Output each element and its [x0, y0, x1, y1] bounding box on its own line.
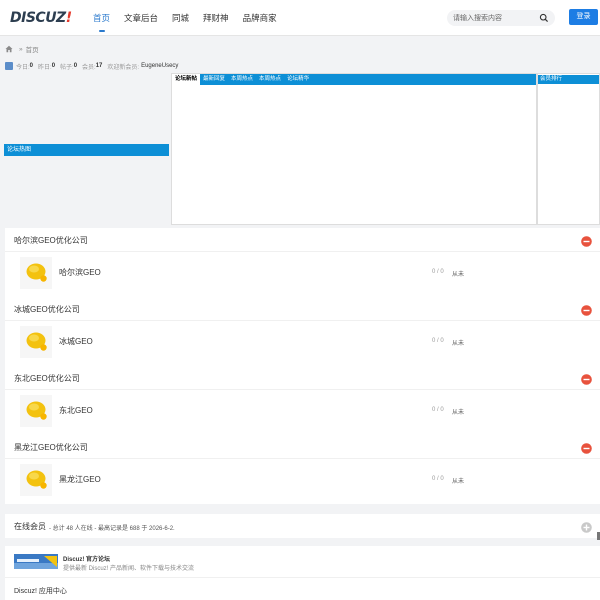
- main-nav: 首页 文章后台 同城 拜财神 品牌商家: [86, 0, 284, 36]
- stat-yesterday-label: 昨日:: [38, 64, 52, 71]
- stat-posts: 0: [73, 63, 78, 69]
- tab-latest-replies[interactable]: 最新回复: [200, 74, 228, 85]
- nav-item-article-admin[interactable]: 文章后台: [117, 0, 165, 36]
- forum-last-post: 从未: [452, 272, 465, 278]
- post-tabs: 论坛新帖 最新回复 本周热点 本周热点 论坛精华: [172, 74, 536, 85]
- tab-digest[interactable]: 论坛精华: [284, 74, 312, 85]
- newest-member-link[interactable]: EugeneUsecy: [141, 63, 178, 69]
- forum-counts: 0 / 0: [432, 338, 444, 344]
- forum-name[interactable]: 黑龙江GEO: [59, 474, 101, 485]
- forum-counts: 0 / 0: [432, 476, 444, 482]
- forum-icon[interactable]: [20, 395, 52, 427]
- forum-name[interactable]: 哈尔滨GEO: [59, 267, 101, 278]
- friend-links: Discuz! 官方论坛 提供最新 Discuz! 产品新闻、软件下载与技术交流…: [5, 546, 600, 600]
- forum-row: 哈尔滨GEO 0 / 0 从未: [5, 252, 600, 297]
- breadcrumb-separator: »: [19, 45, 23, 53]
- member-ranking-title: 会员排行: [538, 75, 599, 84]
- tab-weekly-hot[interactable]: 本周热点: [228, 74, 256, 85]
- nav-item-local[interactable]: 同城: [165, 0, 196, 36]
- forum-counts: 0 / 0: [432, 269, 444, 275]
- stat-yesterday: 0: [51, 63, 56, 69]
- category-header: 黑龙江GEO优化公司: [5, 435, 600, 459]
- collapse-icon[interactable]: [581, 305, 592, 316]
- home-icon[interactable]: [5, 45, 13, 53]
- category-block: 冰城GEO优化公司 冰城GEO 0 / 0 从未: [5, 297, 600, 366]
- category-block: 哈尔滨GEO优化公司 哈尔滨GEO 0 / 0 从未: [5, 228, 600, 297]
- category-block: 东北GEO优化公司 东北GEO 0 / 0 从未: [5, 366, 600, 435]
- forum-name[interactable]: 东北GEO: [59, 405, 93, 416]
- stat-today: 0: [29, 63, 34, 69]
- forum-row: 冰城GEO 0 / 0 从未: [5, 321, 600, 366]
- logo-text: DISCUZ: [10, 10, 66, 26]
- forum-last-post: 从未: [452, 341, 465, 347]
- online-members-title[interactable]: 在线会员: [14, 521, 46, 532]
- tab-weekly-hot-2[interactable]: 本周热点: [256, 74, 284, 85]
- online-members-info: - 总计 48 人在线 - 最高记录是 688 于 2026-6-2.: [49, 526, 175, 532]
- login-button[interactable]: 登录: [569, 9, 598, 25]
- search-box: [447, 10, 555, 26]
- nav-item-fortune[interactable]: 拜财神: [196, 0, 236, 36]
- forum-last-post: 从未: [452, 479, 465, 485]
- collapse-icon[interactable]: [581, 374, 592, 385]
- forum-icon[interactable]: [20, 257, 52, 289]
- friend-link-desc: 提供最新 Discuz! 产品新闻、软件下载与技术交流: [63, 566, 195, 572]
- member-ranking-panel: 会员排行: [537, 73, 600, 225]
- category-header: 冰城GEO优化公司: [5, 297, 600, 321]
- category-header: 东北GEO优化公司: [5, 366, 600, 390]
- divider: [5, 577, 600, 578]
- category-title[interactable]: 东北GEO优化公司: [14, 373, 80, 384]
- stat-members-label: 会员:: [82, 64, 96, 71]
- collapse-icon[interactable]: [581, 443, 592, 454]
- app-center-link[interactable]: Discuz! 应用中心: [14, 586, 67, 596]
- forum-icon[interactable]: [20, 464, 52, 496]
- forum-counts: 0 / 0: [432, 407, 444, 413]
- nav-item-home[interactable]: 首页: [86, 0, 117, 36]
- logo-bang: !: [65, 10, 72, 26]
- forum-row: 东北GEO 0 / 0 从未: [5, 390, 600, 435]
- forum-stats: 今日: 0 昨日: 0 帖子: 0 会员: 17 欢迎新会员: EugeneUs…: [5, 61, 178, 71]
- forum-row: 黑龙江GEO 0 / 0 从未: [5, 459, 600, 504]
- forum-last-post: 从未: [452, 410, 465, 416]
- forum-hot-images-title: 论坛热图: [4, 144, 169, 156]
- category-title[interactable]: 黑龙江GEO优化公司: [14, 442, 88, 453]
- friend-link-name[interactable]: Discuz! 官方论坛: [63, 554, 110, 563]
- tab-new-threads[interactable]: 论坛新帖: [172, 74, 201, 85]
- category-block: 黑龙江GEO优化公司 黑龙江GEO 0 / 0 从未: [5, 435, 600, 504]
- category-header: 哈尔滨GEO优化公司: [5, 228, 600, 252]
- discuz-banner-logo[interactable]: [14, 554, 58, 569]
- site-logo[interactable]: DISCUZ!: [10, 10, 72, 26]
- nav-item-brands[interactable]: 品牌商家: [236, 0, 284, 36]
- stat-welcome-label: 欢迎新会员:: [107, 64, 140, 71]
- stat-today-label: 今日:: [16, 64, 30, 71]
- breadcrumb-current[interactable]: 首页: [26, 44, 39, 54]
- expand-icon[interactable]: [581, 522, 592, 533]
- category-title[interactable]: 哈尔滨GEO优化公司: [14, 235, 88, 246]
- category-title[interactable]: 冰城GEO优化公司: [14, 304, 80, 315]
- collapse-icon[interactable]: [581, 236, 592, 247]
- breadcrumb: » 首页: [5, 44, 39, 54]
- search-input[interactable]: [453, 12, 539, 24]
- forum-categories: 哈尔滨GEO优化公司 哈尔滨GEO 0 / 0 从未 冰城GEO优化公司 冰城G…: [5, 228, 600, 504]
- online-members: 在线会员 - 总计 48 人在线 - 最高记录是 688 于 2026-6-2.: [5, 514, 600, 538]
- forum-icon[interactable]: [20, 326, 52, 358]
- stat-members: 17: [95, 63, 103, 69]
- top-header: DISCUZ! 首页 文章后台 同城 拜财神 品牌商家 登录: [0, 0, 600, 36]
- forum-name[interactable]: 冰城GEO: [59, 336, 93, 347]
- search-icon[interactable]: [539, 13, 549, 23]
- stats-icon: [5, 62, 13, 70]
- latest-posts-panel: 论坛新帖 最新回复 本周热点 本周热点 论坛精华: [171, 73, 537, 225]
- stat-posts-label: 帖子:: [60, 64, 74, 71]
